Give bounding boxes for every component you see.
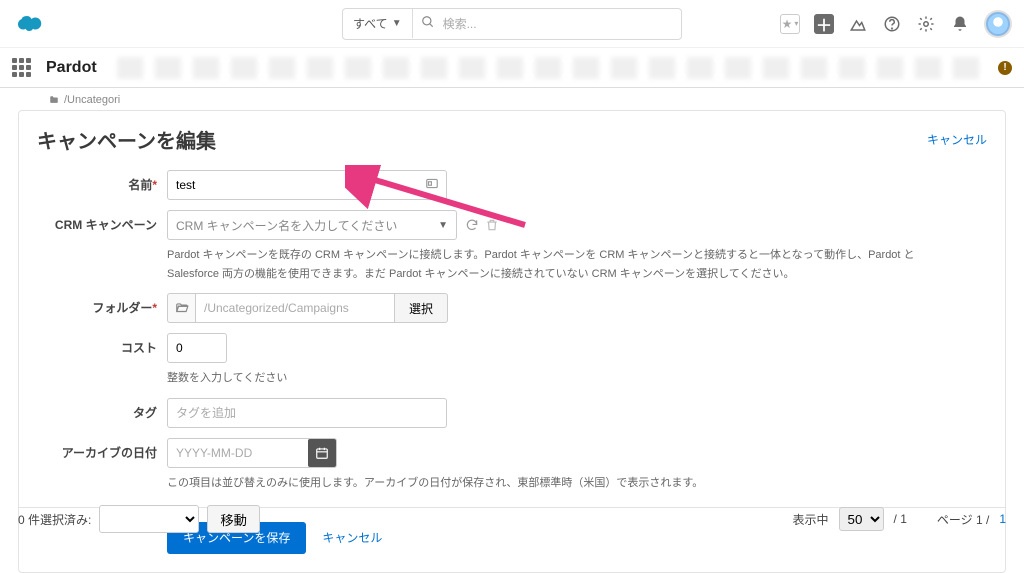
folder-icon xyxy=(48,95,60,105)
cancel-top-link[interactable]: キャンセル xyxy=(927,131,987,148)
label-tag: タグ xyxy=(37,398,167,421)
page-size-select[interactable]: 50 xyxy=(839,507,884,531)
variable-tag-icon[interactable] xyxy=(425,177,439,194)
bulk-action-select[interactable] xyxy=(99,505,199,533)
folder-select-button[interactable]: 選択 xyxy=(394,293,448,323)
breadcrumb: /Uncategori xyxy=(48,94,1006,106)
search-icon xyxy=(413,15,443,32)
favorites-button[interactable]: ★▾ xyxy=(780,14,800,34)
app-nav-bar: Pardot ! xyxy=(0,48,1024,88)
app-name: Pardot xyxy=(46,59,97,77)
per-divider: / 1 xyxy=(894,512,907,526)
header-utilities: ★▾ ＋ xyxy=(780,10,1012,38)
refresh-icon[interactable] xyxy=(465,218,479,232)
caret-down-icon: ▼ xyxy=(438,220,448,231)
global-search: すべて ▼ xyxy=(342,8,682,40)
trash-icon[interactable] xyxy=(485,218,499,232)
label-cost: コスト xyxy=(37,333,167,356)
list-footer: 0 件選択済み: 移動 表示中 50 / 1 ページ 1 / 1 xyxy=(0,505,1024,533)
help-icon[interactable] xyxy=(882,14,902,34)
page-title: キャンペーンを編集 xyxy=(37,125,216,154)
crm-campaign-select[interactable]: CRM キャンペーン名を入力してください ▼ xyxy=(167,210,457,240)
label-archive: アーカイブの日付 xyxy=(37,438,167,461)
showing-label: 表示中 xyxy=(793,511,829,528)
calendar-icon[interactable] xyxy=(308,439,336,467)
crm-placeholder: CRM キャンペーン名を入力してください xyxy=(176,217,397,234)
search-input[interactable] xyxy=(443,17,681,31)
label-folder: フォルダー* xyxy=(37,293,167,316)
app-launcher-icon[interactable] xyxy=(12,58,32,78)
tag-input[interactable] xyxy=(167,398,447,428)
trailhead-icon[interactable] xyxy=(848,14,868,34)
alert-badge-icon[interactable]: ! xyxy=(998,61,1012,75)
setup-gear-icon[interactable] xyxy=(916,14,936,34)
search-scope-label: すべて xyxy=(353,15,388,32)
crm-help-text: Pardot キャンペーンを既存の CRM キャンペーンに接続します。Pardo… xyxy=(167,246,947,283)
search-scope-dropdown[interactable]: すべて ▼ xyxy=(343,9,413,38)
edit-card: キャンペーンを編集 キャンセル 名前* CRM キャンペーン CR xyxy=(18,110,1006,573)
salesforce-logo[interactable] xyxy=(12,10,48,37)
breadcrumb-link[interactable]: /Uncategori xyxy=(64,94,120,106)
add-button[interactable]: ＋ xyxy=(814,14,834,34)
page-total-link[interactable]: 1 xyxy=(999,512,1006,526)
cost-help-text: 整数を入力してください xyxy=(167,369,947,388)
notifications-bell-icon[interactable] xyxy=(950,14,970,34)
caret-down-icon: ▼ xyxy=(392,18,402,29)
label-crm: CRM キャンペーン xyxy=(37,210,167,233)
user-avatar[interactable] xyxy=(984,10,1012,38)
name-input[interactable] xyxy=(167,170,447,200)
folder-open-icon xyxy=(167,293,195,323)
label-name: 名前* xyxy=(37,170,167,193)
page-label: ページ 1 / xyxy=(937,511,989,528)
nav-tabs-redacted xyxy=(117,57,990,79)
move-button[interactable]: 移動 xyxy=(207,505,260,533)
archive-help-text: この項目は並び替えのみに使用します。アーカイブの日付が保存され、東部標準時（米国… xyxy=(167,474,947,493)
selected-count-label: 0 件選択済み: xyxy=(18,511,91,528)
global-header: すべて ▼ ★▾ ＋ xyxy=(0,0,1024,48)
folder-input xyxy=(195,293,395,323)
cost-input[interactable] xyxy=(167,333,227,363)
